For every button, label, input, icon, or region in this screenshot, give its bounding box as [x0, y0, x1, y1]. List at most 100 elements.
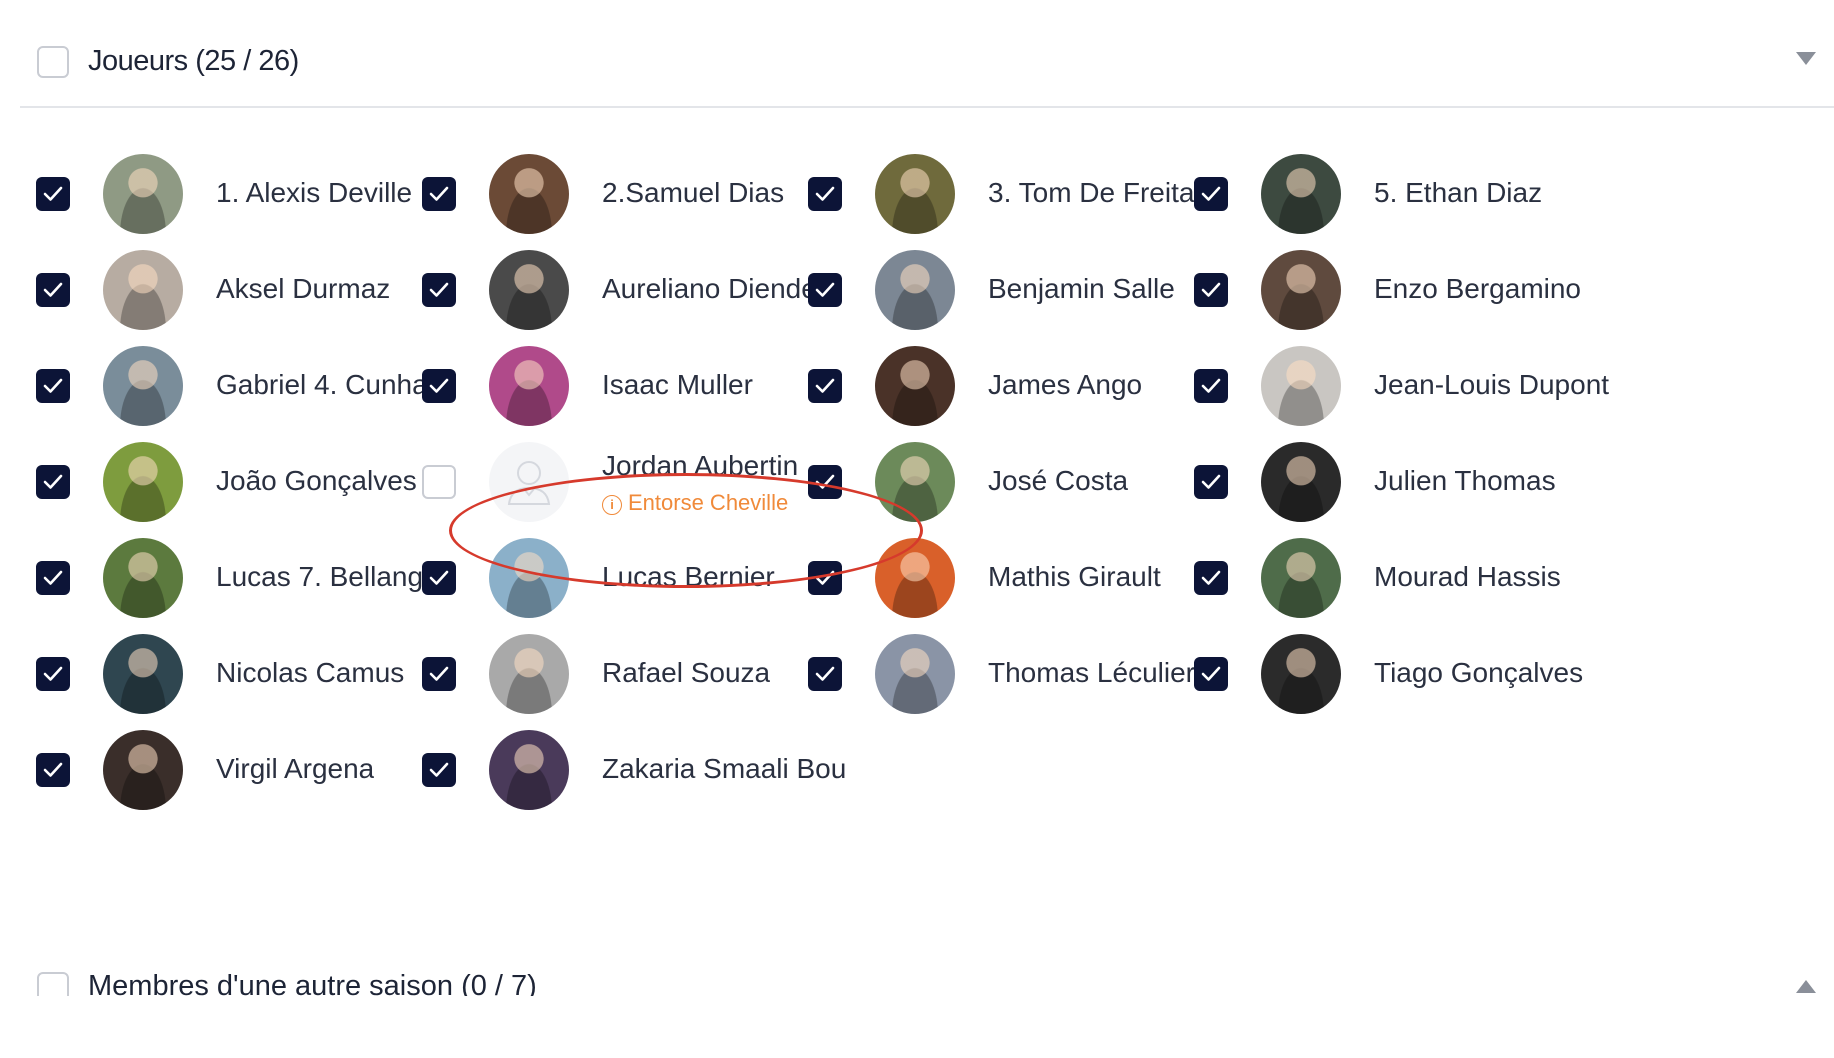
player-checkbox[interactable] [36, 369, 70, 403]
avatar [103, 538, 183, 618]
player-checkbox[interactable] [808, 273, 842, 307]
player-checkbox[interactable] [422, 465, 456, 499]
caret-down-icon[interactable] [1796, 52, 1816, 65]
other-season-section-title: Membres d'une autre saison (0 / 7) [88, 970, 537, 996]
player-item[interactable]: 5. Ethan Diaz [1192, 150, 1642, 246]
avatar [875, 442, 955, 522]
checkmark-icon [815, 282, 835, 297]
player-name: 2.Samuel Dias [602, 177, 785, 208]
avatar [489, 154, 569, 234]
select-all-players-checkbox[interactable] [37, 46, 69, 78]
player-item[interactable]: Benjamin Salle [806, 246, 1256, 342]
player-checkbox[interactable] [1194, 561, 1228, 595]
player-item[interactable]: James Ango [806, 342, 1256, 438]
player-checkbox[interactable] [422, 753, 456, 787]
player-item[interactable]: 1. Alexis Deville [34, 150, 484, 246]
player-checkbox[interactable] [422, 177, 456, 211]
select-all-other-season-checkbox[interactable] [37, 972, 69, 996]
player-checkbox[interactable] [36, 273, 70, 307]
player-checkbox[interactable] [36, 753, 70, 787]
player-checkbox[interactable] [1194, 273, 1228, 307]
player-item[interactable]: Aksel Durmaz [34, 246, 484, 342]
player-name: Enzo Bergamino [1374, 273, 1582, 304]
avatar [103, 154, 183, 234]
player-checkbox[interactable] [422, 561, 456, 595]
player-checkbox[interactable] [36, 465, 70, 499]
checkmark-icon [815, 378, 835, 393]
player-item[interactable]: Julien Thomas [1192, 438, 1642, 534]
player-item[interactable]: Thomas Léculier [806, 630, 1256, 726]
players-section-header[interactable]: Joueurs (25 / 26) [20, 38, 1834, 106]
player-item[interactable]: 2.Samuel Dias [420, 150, 870, 246]
player-name: Aksel Durmaz [216, 273, 391, 304]
avatar [875, 346, 955, 426]
player-item[interactable]: Jean-Louis Dupont [1192, 342, 1642, 438]
player-name: Julien Thomas [1374, 465, 1556, 496]
player-item[interactable]: Lucas 7. Bellanger [34, 534, 484, 630]
player-checkbox[interactable] [36, 657, 70, 691]
other-season-section-header[interactable]: Membres d'une autre saison (0 / 7) [20, 966, 1834, 996]
player-item[interactable]: Nicolas Camus [34, 630, 484, 726]
player-item[interactable]: 3. Tom De Freitas [806, 150, 1256, 246]
player-checkbox[interactable] [808, 369, 842, 403]
player-checkbox[interactable] [422, 369, 456, 403]
player-item[interactable]: Rafael Souza [420, 630, 870, 726]
info-icon: i [602, 495, 622, 515]
checkmark-icon [1201, 282, 1221, 297]
player-checkbox[interactable] [808, 465, 842, 499]
player-item[interactable]: João Gonçalves [34, 438, 484, 534]
avatar [875, 250, 955, 330]
players-section-title: Joueurs (25 / 26) [88, 45, 299, 77]
player-checkbox[interactable] [1194, 177, 1228, 211]
player-checkbox[interactable] [36, 177, 70, 211]
player-item[interactable]: Zakaria Smaali Bou [420, 726, 870, 822]
player-checkbox[interactable] [1194, 369, 1228, 403]
avatar [103, 730, 183, 810]
player-checkbox[interactable] [422, 657, 456, 691]
player-item[interactable]: Mathis Girault [806, 534, 1256, 630]
checkmark-icon [429, 762, 449, 777]
avatar [103, 442, 183, 522]
player-checkbox[interactable] [1194, 657, 1228, 691]
player-checkbox[interactable] [808, 561, 842, 595]
player-checkbox[interactable] [422, 273, 456, 307]
player-name: Thomas Léculier [988, 657, 1195, 688]
checkmark-icon [43, 282, 63, 297]
player-item[interactable]: Gabriel 4. Cunha [34, 342, 484, 438]
player-name: Virgil Argena [216, 753, 375, 784]
checkmark-icon [815, 666, 835, 681]
player-name: José Costa [988, 465, 1129, 496]
avatar [489, 730, 569, 810]
player-name: Isaac Muller [602, 369, 753, 400]
player-item[interactable]: Lucas Bernier [420, 534, 870, 630]
avatar [1261, 346, 1341, 426]
player-checkbox[interactable] [808, 177, 842, 211]
avatar [1261, 538, 1341, 618]
player-item[interactable]: Mourad Hassis [1192, 534, 1642, 630]
player-name: Benjamin Salle [988, 273, 1175, 304]
player-checkbox[interactable] [36, 561, 70, 595]
player-item[interactable]: Virgil Argena [34, 726, 484, 822]
checkmark-icon [815, 474, 835, 489]
player-item[interactable]: Aureliano Diendelo [420, 246, 870, 342]
player-name: James Ango [988, 369, 1143, 400]
player-checkbox[interactable] [808, 657, 842, 691]
player-name: Mathis Girault [988, 561, 1161, 592]
player-item[interactable]: Tiago Gonçalves [1192, 630, 1642, 726]
player-checkbox[interactable] [1194, 465, 1228, 499]
avatar [1261, 442, 1341, 522]
caret-up-icon[interactable] [1796, 980, 1816, 993]
player-item[interactable]: Isaac Muller [420, 342, 870, 438]
player-item[interactable]: Enzo Bergamino [1192, 246, 1642, 342]
checkmark-icon [1201, 378, 1221, 393]
avatar [489, 346, 569, 426]
checkmark-icon [429, 666, 449, 681]
player-name: Rafael Souza [602, 657, 771, 688]
player-item[interactable]: José Costa [806, 438, 1256, 534]
avatar [103, 634, 183, 714]
checkmark-icon [43, 666, 63, 681]
player-name: Tiago Gonçalves [1374, 657, 1584, 688]
player-name: Gabriel 4. Cunha [216, 369, 428, 400]
player-item[interactable]: Jordan Aubertin i Entorse Cheville [420, 438, 870, 534]
player-name: João Gonçalves [216, 465, 417, 496]
